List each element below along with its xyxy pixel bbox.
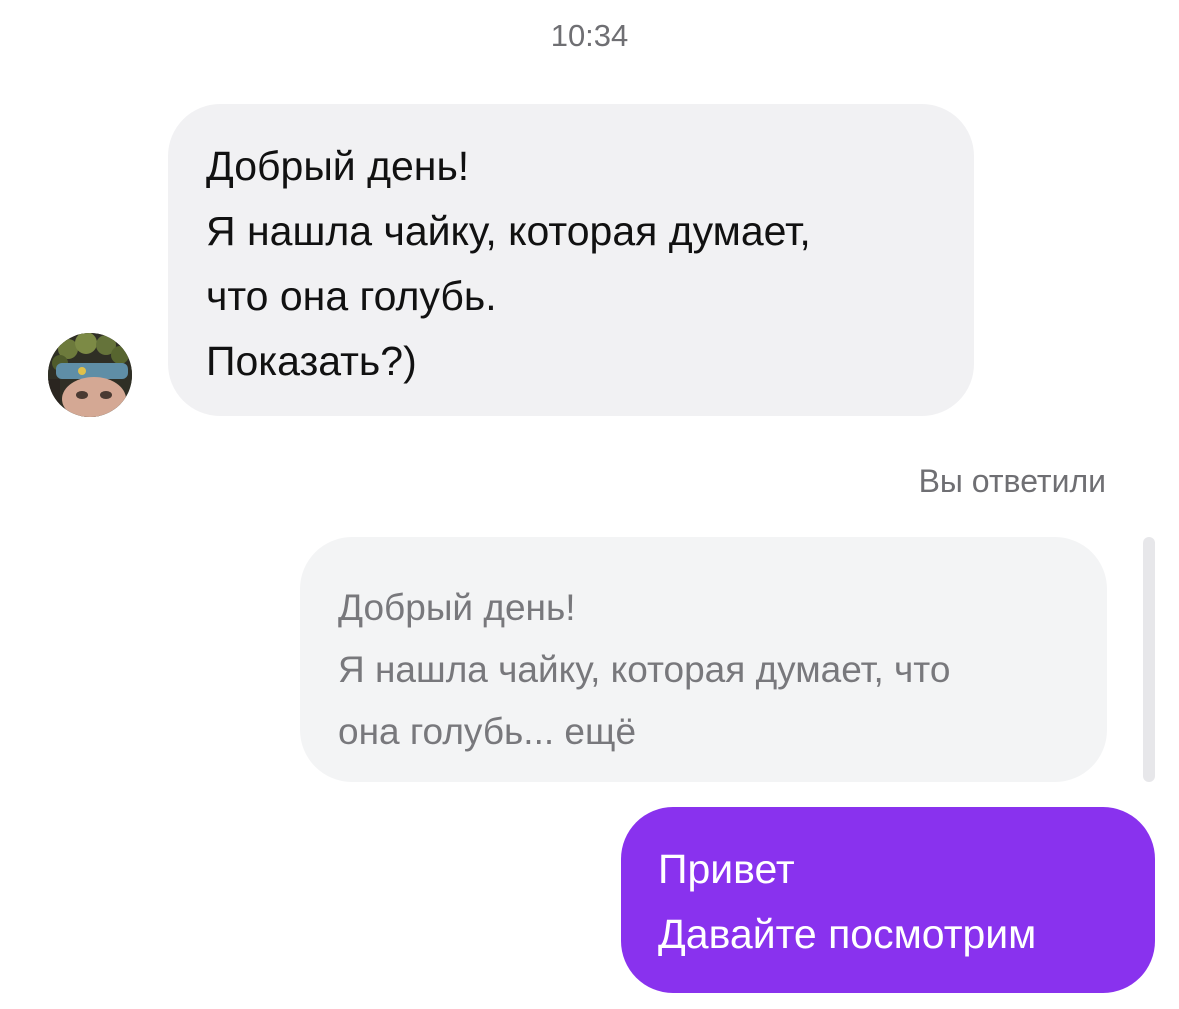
message-text-line: Добрый день! (206, 143, 470, 189)
sender-avatar[interactable] (48, 333, 132, 417)
outgoing-message-bubble[interactable]: Привет Давайте посмотрим (621, 807, 1155, 993)
reply-label: Вы ответили (918, 463, 1106, 499)
message-text-line: Я нашла чайку, которая думает, (206, 208, 811, 254)
incoming-message-bubble[interactable]: Добрый день! Я нашла чайку, которая дума… (168, 104, 974, 416)
message-text-line: Привет (658, 846, 795, 892)
message-timestamp: 10:34 (550, 18, 629, 53)
quoted-message-bubble[interactable]: Добрый день! Я нашла чайку, которая дума… (300, 537, 1107, 782)
quoted-text-fragment: она голубь... (338, 711, 555, 752)
quoted-text-line: Я нашла чайку, которая думает, что (338, 649, 951, 690)
message-text-line: Показать?) (206, 338, 417, 384)
quoted-text-line: она голубь... ещё (338, 701, 1069, 763)
show-more-link[interactable]: ещё (564, 711, 636, 752)
message-text-line: Давайте посмотрим (658, 911, 1037, 957)
reply-indicator-bar (1143, 537, 1155, 782)
quoted-text-line: Добрый день! (338, 587, 576, 628)
avatar-photo-icon (48, 333, 132, 417)
chat-thread: 10:34 Добрый день! Я нашла чайку, котора… (0, 0, 1179, 1009)
message-text-line: что она голубь. (206, 273, 497, 319)
